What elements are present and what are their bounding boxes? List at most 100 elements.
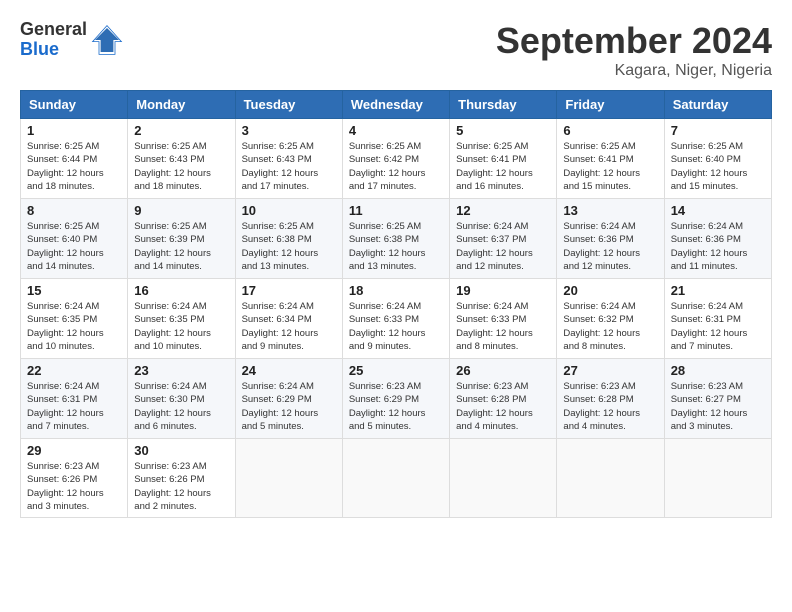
calendar-cell: 26 Sunrise: 6:23 AM Sunset: 6:28 PM Dayl… [450, 359, 557, 439]
calendar-header-thursday: Thursday [450, 91, 557, 119]
calendar-cell: 2 Sunrise: 6:25 AM Sunset: 6:43 PM Dayli… [128, 119, 235, 199]
day-info: Sunrise: 6:24 AM Sunset: 6:36 PM Dayligh… [671, 220, 765, 273]
calendar-cell: 18 Sunrise: 6:24 AM Sunset: 6:33 PM Dayl… [342, 279, 449, 359]
calendar-cell: 9 Sunrise: 6:25 AM Sunset: 6:39 PM Dayli… [128, 199, 235, 279]
day-info: Sunrise: 6:25 AM Sunset: 6:42 PM Dayligh… [349, 140, 443, 193]
calendar-week-row: 29 Sunrise: 6:23 AM Sunset: 6:26 PM Dayl… [21, 439, 772, 518]
day-info: Sunrise: 6:25 AM Sunset: 6:43 PM Dayligh… [242, 140, 336, 193]
day-number: 19 [456, 283, 550, 298]
day-number: 7 [671, 123, 765, 138]
day-number: 15 [27, 283, 121, 298]
day-number: 20 [563, 283, 657, 298]
calendar-cell: 16 Sunrise: 6:24 AM Sunset: 6:35 PM Dayl… [128, 279, 235, 359]
day-number: 27 [563, 363, 657, 378]
day-number: 1 [27, 123, 121, 138]
calendar-header-tuesday: Tuesday [235, 91, 342, 119]
calendar-cell: 14 Sunrise: 6:24 AM Sunset: 6:36 PM Dayl… [664, 199, 771, 279]
day-number: 18 [349, 283, 443, 298]
calendar-cell [557, 439, 664, 518]
day-info: Sunrise: 6:25 AM Sunset: 6:39 PM Dayligh… [134, 220, 228, 273]
calendar-header-friday: Friday [557, 91, 664, 119]
day-number: 29 [27, 443, 121, 458]
calendar-cell: 20 Sunrise: 6:24 AM Sunset: 6:32 PM Dayl… [557, 279, 664, 359]
day-number: 28 [671, 363, 765, 378]
calendar-week-row: 15 Sunrise: 6:24 AM Sunset: 6:35 PM Dayl… [21, 279, 772, 359]
calendar-cell [450, 439, 557, 518]
day-info: Sunrise: 6:25 AM Sunset: 6:38 PM Dayligh… [242, 220, 336, 273]
day-number: 3 [242, 123, 336, 138]
day-info: Sunrise: 6:25 AM Sunset: 6:40 PM Dayligh… [27, 220, 121, 273]
calendar-cell: 1 Sunrise: 6:25 AM Sunset: 6:44 PM Dayli… [21, 119, 128, 199]
title-area: September 2024 Kagara, Niger, Nigeria [496, 20, 772, 80]
day-number: 30 [134, 443, 228, 458]
day-number: 6 [563, 123, 657, 138]
calendar-cell: 27 Sunrise: 6:23 AM Sunset: 6:28 PM Dayl… [557, 359, 664, 439]
logo: General Blue [20, 20, 123, 60]
day-info: Sunrise: 6:24 AM Sunset: 6:33 PM Dayligh… [349, 300, 443, 353]
day-number: 2 [134, 123, 228, 138]
day-number: 8 [27, 203, 121, 218]
day-info: Sunrise: 6:23 AM Sunset: 6:28 PM Dayligh… [563, 380, 657, 433]
calendar-cell [342, 439, 449, 518]
day-number: 11 [349, 203, 443, 218]
calendar-cell: 4 Sunrise: 6:25 AM Sunset: 6:42 PM Dayli… [342, 119, 449, 199]
calendar-header-monday: Monday [128, 91, 235, 119]
day-number: 4 [349, 123, 443, 138]
day-info: Sunrise: 6:24 AM Sunset: 6:31 PM Dayligh… [671, 300, 765, 353]
day-info: Sunrise: 6:25 AM Sunset: 6:44 PM Dayligh… [27, 140, 121, 193]
day-number: 13 [563, 203, 657, 218]
day-info: Sunrise: 6:24 AM Sunset: 6:32 PM Dayligh… [563, 300, 657, 353]
day-info: Sunrise: 6:25 AM Sunset: 6:41 PM Dayligh… [563, 140, 657, 193]
calendar-cell: 12 Sunrise: 6:24 AM Sunset: 6:37 PM Dayl… [450, 199, 557, 279]
calendar-table: SundayMondayTuesdayWednesdayThursdayFrid… [20, 90, 772, 518]
day-number: 23 [134, 363, 228, 378]
calendar-week-row: 1 Sunrise: 6:25 AM Sunset: 6:44 PM Dayli… [21, 119, 772, 199]
calendar-cell: 21 Sunrise: 6:24 AM Sunset: 6:31 PM Dayl… [664, 279, 771, 359]
calendar-cell: 23 Sunrise: 6:24 AM Sunset: 6:30 PM Dayl… [128, 359, 235, 439]
day-info: Sunrise: 6:24 AM Sunset: 6:35 PM Dayligh… [27, 300, 121, 353]
calendar-cell: 8 Sunrise: 6:25 AM Sunset: 6:40 PM Dayli… [21, 199, 128, 279]
day-info: Sunrise: 6:25 AM Sunset: 6:43 PM Dayligh… [134, 140, 228, 193]
calendar-cell: 3 Sunrise: 6:25 AM Sunset: 6:43 PM Dayli… [235, 119, 342, 199]
day-info: Sunrise: 6:23 AM Sunset: 6:27 PM Dayligh… [671, 380, 765, 433]
day-info: Sunrise: 6:23 AM Sunset: 6:28 PM Dayligh… [456, 380, 550, 433]
month-title: September 2024 [496, 20, 772, 62]
day-info: Sunrise: 6:24 AM Sunset: 6:36 PM Dayligh… [563, 220, 657, 273]
day-info: Sunrise: 6:24 AM Sunset: 6:33 PM Dayligh… [456, 300, 550, 353]
logo-icon [91, 24, 123, 56]
day-info: Sunrise: 6:24 AM Sunset: 6:35 PM Dayligh… [134, 300, 228, 353]
calendar-header-sunday: Sunday [21, 91, 128, 119]
logo-general: General [20, 20, 87, 40]
day-info: Sunrise: 6:24 AM Sunset: 6:30 PM Dayligh… [134, 380, 228, 433]
calendar-cell: 19 Sunrise: 6:24 AM Sunset: 6:33 PM Dayl… [450, 279, 557, 359]
calendar-cell: 24 Sunrise: 6:24 AM Sunset: 6:29 PM Dayl… [235, 359, 342, 439]
day-info: Sunrise: 6:23 AM Sunset: 6:29 PM Dayligh… [349, 380, 443, 433]
calendar-cell: 17 Sunrise: 6:24 AM Sunset: 6:34 PM Dayl… [235, 279, 342, 359]
page-header: General Blue September 2024 Kagara, Nige… [20, 20, 772, 80]
day-info: Sunrise: 6:24 AM Sunset: 6:37 PM Dayligh… [456, 220, 550, 273]
calendar-cell [235, 439, 342, 518]
calendar-cell: 11 Sunrise: 6:25 AM Sunset: 6:38 PM Dayl… [342, 199, 449, 279]
calendar-header-wednesday: Wednesday [342, 91, 449, 119]
calendar-header-saturday: Saturday [664, 91, 771, 119]
calendar-cell: 10 Sunrise: 6:25 AM Sunset: 6:38 PM Dayl… [235, 199, 342, 279]
calendar-header-row: SundayMondayTuesdayWednesdayThursdayFrid… [21, 91, 772, 119]
day-info: Sunrise: 6:24 AM Sunset: 6:34 PM Dayligh… [242, 300, 336, 353]
calendar-cell: 13 Sunrise: 6:24 AM Sunset: 6:36 PM Dayl… [557, 199, 664, 279]
day-number: 26 [456, 363, 550, 378]
day-info: Sunrise: 6:23 AM Sunset: 6:26 PM Dayligh… [27, 460, 121, 513]
location: Kagara, Niger, Nigeria [496, 62, 772, 80]
day-info: Sunrise: 6:25 AM Sunset: 6:38 PM Dayligh… [349, 220, 443, 273]
day-number: 12 [456, 203, 550, 218]
calendar-cell: 30 Sunrise: 6:23 AM Sunset: 6:26 PM Dayl… [128, 439, 235, 518]
day-number: 14 [671, 203, 765, 218]
calendar-cell: 22 Sunrise: 6:24 AM Sunset: 6:31 PM Dayl… [21, 359, 128, 439]
day-info: Sunrise: 6:23 AM Sunset: 6:26 PM Dayligh… [134, 460, 228, 513]
calendar-cell: 7 Sunrise: 6:25 AM Sunset: 6:40 PM Dayli… [664, 119, 771, 199]
day-info: Sunrise: 6:24 AM Sunset: 6:31 PM Dayligh… [27, 380, 121, 433]
day-number: 5 [456, 123, 550, 138]
calendar-cell [664, 439, 771, 518]
day-info: Sunrise: 6:24 AM Sunset: 6:29 PM Dayligh… [242, 380, 336, 433]
day-info: Sunrise: 6:25 AM Sunset: 6:40 PM Dayligh… [671, 140, 765, 193]
day-number: 17 [242, 283, 336, 298]
